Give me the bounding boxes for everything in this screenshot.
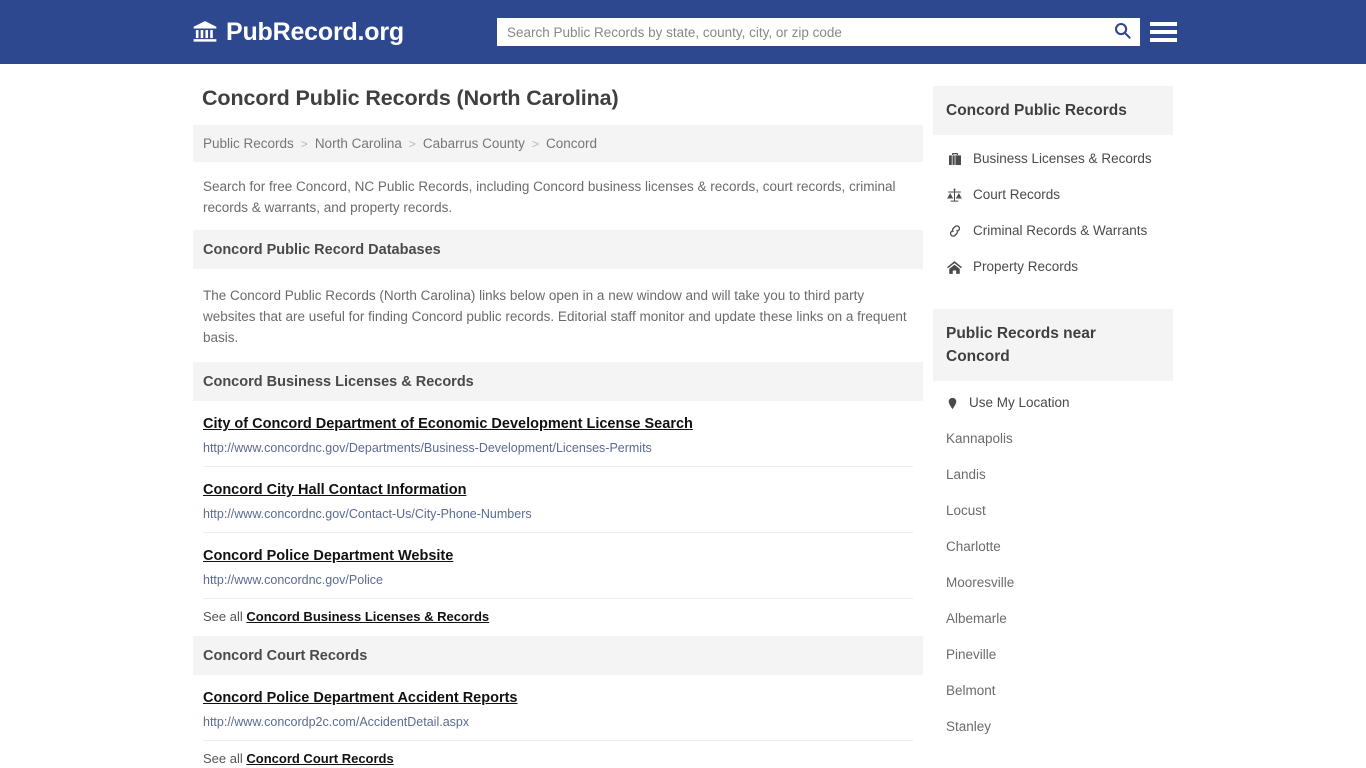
breadcrumb-separator-icon: > <box>531 136 539 151</box>
bank-icon <box>192 19 218 45</box>
near-city-belmont[interactable]: Belmont <box>933 673 1173 709</box>
section-heading-business-licenses: Concord Business Licenses & Records <box>193 362 923 401</box>
site-logo-text: PubRecord.org <box>226 17 404 46</box>
link-item: Concord City Hall Contact Information ht… <box>203 467 913 533</box>
breadcrumb-item-concord[interactable]: Concord <box>546 136 597 151</box>
sidebar-heading-records: Concord Public Records <box>933 86 1173 135</box>
record-link-title[interactable]: Concord City Hall Contact Information <box>203 481 466 499</box>
record-link-url[interactable]: http://www.concordnc.gov/Contact-Us/City… <box>203 506 913 522</box>
link-item: City of Concord Department of Economic D… <box>203 401 913 467</box>
see-all-prefix: See all <box>203 609 243 624</box>
see-all-row: See all Concord Court Records <box>203 741 913 768</box>
near-city-pineville[interactable]: Pineville <box>933 637 1173 673</box>
near-city-charlotte[interactable]: Charlotte <box>933 529 1173 565</box>
hamburger-menu-icon[interactable] <box>1150 19 1177 45</box>
link-list-business-licenses: City of Concord Department of Economic D… <box>193 401 923 636</box>
breadcrumb-separator-icon: > <box>408 136 416 151</box>
sidebar-item-label: Business Licenses & Records <box>973 151 1152 166</box>
hamburger-bar <box>1150 30 1177 34</box>
main-column: Concord Public Records (North Carolina) … <box>193 86 923 768</box>
link-item: Concord Police Department Accident Repor… <box>203 675 913 741</box>
record-link-title[interactable]: Concord Police Department Website <box>203 547 453 565</box>
record-link-url[interactable]: http://www.concordp2c.com/AccidentDetail… <box>203 714 913 730</box>
sidebar-heading-near: Public Records near Concord <box>933 309 1173 381</box>
see-all-business-licenses-link[interactable]: Concord Business Licenses & Records <box>246 609 489 624</box>
sidebar-item-label: Property Records <box>973 259 1079 274</box>
sidebar: Concord Public Records Business Licenses… <box>933 86 1173 768</box>
breadcrumb-separator-icon: > <box>300 136 308 151</box>
record-link-url[interactable]: http://www.concordnc.gov/Police <box>203 572 913 588</box>
breadcrumb: Public Records > North Carolina > Cabarr… <box>193 125 923 162</box>
site-header: PubRecord.org <box>0 0 1366 64</box>
sidebar-records-list: Business Licenses & Records Court Record… <box>933 135 1173 285</box>
see-all-row: See all Concord Business Licenses & Reco… <box>203 599 913 636</box>
near-city-mooresville[interactable]: Mooresville <box>933 565 1173 601</box>
content-container: Concord Public Records (North Carolina) … <box>193 64 1173 768</box>
sidebar-item-business-licenses[interactable]: Business Licenses & Records <box>933 141 1173 177</box>
link-list-court-records: Concord Police Department Accident Repor… <box>193 675 923 768</box>
page-intro-text: Search for free Concord, NC Public Recor… <box>203 179 896 215</box>
record-link-title[interactable]: Concord Police Department Accident Repor… <box>203 689 518 707</box>
balance-scale-icon <box>946 187 963 204</box>
sidebar-item-court-records[interactable]: Court Records <box>933 177 1173 213</box>
use-my-location-button[interactable]: Use My Location <box>933 385 1173 421</box>
breadcrumb-item-north-carolina[interactable]: North Carolina <box>315 136 402 151</box>
home-icon <box>946 259 963 276</box>
section-heading-databases: Concord Public Record Databases <box>193 230 923 269</box>
near-city-albemarle[interactable]: Albemarle <box>933 601 1173 637</box>
record-link-title[interactable]: City of Concord Department of Economic D… <box>203 415 693 433</box>
near-city-stanley[interactable]: Stanley <box>933 709 1173 745</box>
near-city-landis[interactable]: Landis <box>933 457 1173 493</box>
sidebar-item-label: Criminal Records & Warrants <box>973 223 1148 238</box>
near-city-locust[interactable]: Locust <box>933 493 1173 529</box>
page-body: Concord Public Records (North Carolina) … <box>0 64 1366 768</box>
sidebar-item-criminal-records[interactable]: Criminal Records & Warrants <box>933 213 1173 249</box>
handcuffs-icon <box>946 223 963 240</box>
hamburger-bar <box>1150 38 1177 42</box>
search-icon <box>1113 21 1132 43</box>
sidebar-item-property-records[interactable]: Property Records <box>933 249 1173 285</box>
link-item: Concord Police Department Website http:/… <box>203 533 913 599</box>
databases-intro-text: The Concord Public Records (North Caroli… <box>203 288 907 345</box>
see-all-court-records-link[interactable]: Concord Court Records <box>246 751 393 766</box>
sidebar-near-list: Use My Location Kannapolis Landis Locust… <box>933 381 1173 745</box>
sidebar-item-label: Court Records <box>973 187 1061 202</box>
search-bar <box>497 18 1140 46</box>
site-logo-link[interactable]: PubRecord.org <box>192 19 404 45</box>
section-heading-court-records: Concord Court Records <box>193 636 923 675</box>
near-city-kannapolis[interactable]: Kannapolis <box>933 421 1173 457</box>
record-link-url[interactable]: http://www.concordnc.gov/Departments/Bus… <box>203 440 913 456</box>
use-my-location-label: Use My Location <box>969 395 1070 410</box>
see-all-prefix: See all <box>203 751 243 766</box>
briefcase-icon <box>946 151 963 168</box>
map-pin-icon <box>946 395 959 412</box>
page-title: Concord Public Records (North Carolina) <box>202 86 619 110</box>
search-input[interactable] <box>497 19 1104 45</box>
breadcrumb-item-public-records[interactable]: Public Records <box>203 136 294 151</box>
hamburger-bar <box>1150 22 1177 26</box>
breadcrumb-item-cabarrus-county[interactable]: Cabarrus County <box>423 136 525 151</box>
search-button[interactable] <box>1104 18 1140 46</box>
